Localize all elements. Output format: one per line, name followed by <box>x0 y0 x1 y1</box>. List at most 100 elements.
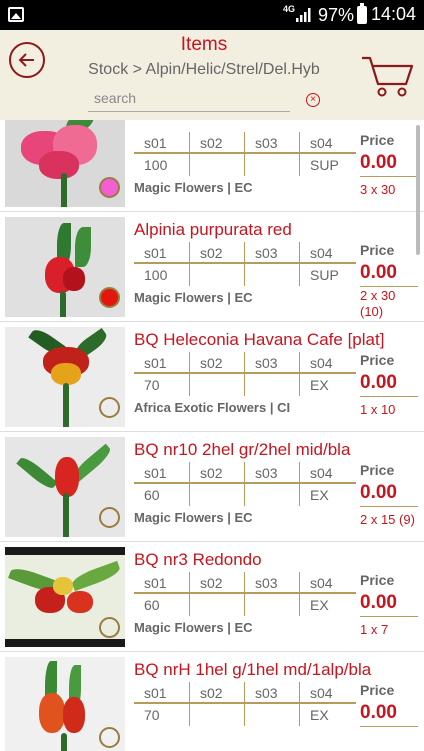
stock-value: 100 <box>144 157 168 173</box>
column-header: s02 <box>189 132 244 154</box>
price-value[interactable]: 0.00 <box>360 372 418 397</box>
stock-value <box>189 374 244 396</box>
stock-value <box>244 374 299 396</box>
price-label: Price <box>360 572 395 588</box>
status-dot[interactable] <box>99 397 120 418</box>
supplier: Magic Flowers | EC <box>134 620 253 635</box>
stock-value <box>189 594 244 616</box>
stock-value <box>189 154 244 176</box>
status-dot[interactable] <box>99 727 120 748</box>
column-header: s02 <box>189 682 244 704</box>
price-label: Price <box>360 352 395 368</box>
clear-search-button[interactable]: × <box>306 93 320 107</box>
price-label: Price <box>360 682 395 698</box>
battery-icon <box>357 3 367 24</box>
stock-value: EX <box>299 704 354 726</box>
column-header: s01 <box>144 355 167 371</box>
column-header: s04 <box>299 462 354 484</box>
stock-grid: s01 s02 s03 s04 70 EX <box>134 352 356 396</box>
column-header: s04 <box>299 682 354 704</box>
price-value[interactable]: 0.00 <box>360 592 418 617</box>
column-header: s04 <box>299 352 354 374</box>
column-header: s01 <box>144 465 167 481</box>
status-bar: 4G 97% 14:04 <box>0 0 424 30</box>
stock-grid: s01 s02 s03 s04 100 SUP <box>134 242 356 286</box>
packing: 1 x 10 <box>360 402 396 417</box>
column-header: s02 <box>189 242 244 264</box>
breadcrumb: Stock > Alpin/Helic/Strel/Del.Hyb <box>88 61 320 78</box>
column-header: s03 <box>244 462 299 484</box>
item-name: BQ Heleconia Havana Cafe [plat] <box>134 330 385 349</box>
stock-value <box>244 594 299 616</box>
stock-value <box>244 704 299 726</box>
stock-value: EX <box>299 484 354 506</box>
status-dot[interactable] <box>99 617 120 638</box>
list-item[interactable]: Alpinia purpurata red s01 s02 s03 s04 10… <box>0 212 424 322</box>
status-dot[interactable] <box>99 507 120 528</box>
supplier: Africa Exotic Flowers | CI <box>134 400 291 415</box>
list-item[interactable]: BQ nrH 1hel g/1hel md/1alp/bla s01 s02 s… <box>0 652 424 751</box>
stock-value: EX <box>299 374 354 396</box>
gallery-notification-icon <box>8 7 24 22</box>
stock-value: 60 <box>144 487 160 503</box>
column-header: s03 <box>244 352 299 374</box>
stock-value <box>244 154 299 176</box>
stock-value <box>189 484 244 506</box>
column-header: s03 <box>244 242 299 264</box>
supplier: Magic Flowers | EC <box>134 180 253 195</box>
search-input[interactable] <box>88 86 290 110</box>
packing: 1 x 7 <box>360 622 389 637</box>
stock-value: EX <box>299 594 354 616</box>
stock-value: 70 <box>144 377 160 393</box>
clock: 14:04 <box>371 4 417 24</box>
network-type: 4G <box>283 4 296 14</box>
signal-icon <box>296 8 311 22</box>
status-dot[interactable] <box>99 177 120 198</box>
stock-value <box>189 264 244 286</box>
stock-grid: s01 s02 s03 s04 60 EX <box>134 572 356 616</box>
status-dot[interactable] <box>99 287 120 308</box>
search-field <box>88 86 290 112</box>
column-header: s01 <box>144 135 167 151</box>
list-item[interactable]: s01 s02 s03 s04 100 SUP Magic Flowers | … <box>0 120 424 212</box>
item-name: BQ nrH 1hel g/1hel md/1alp/bla <box>134 660 372 679</box>
price-value[interactable]: 0.00 <box>360 152 418 177</box>
list-item[interactable]: BQ nr3 Redondo s01 s02 s03 s04 60 EX Mag… <box>0 542 424 652</box>
packing: 2 x 15 (9) <box>360 512 415 527</box>
price-value[interactable]: 0.00 <box>360 702 418 727</box>
item-name: Alpinia purpurata red <box>134 220 292 239</box>
scrollbar[interactable] <box>416 125 420 255</box>
stock-value: SUP <box>299 264 354 286</box>
column-header: s02 <box>189 572 244 594</box>
packing: 3 x 30 <box>360 182 396 197</box>
price-value[interactable]: 0.00 <box>360 482 418 507</box>
column-header: s02 <box>189 352 244 374</box>
stock-value <box>244 264 299 286</box>
app-header: Items Stock > Alpin/Helic/Strel/Del.Hyb … <box>0 30 424 120</box>
battery-percent: 97% <box>318 5 355 25</box>
stock-value: SUP <box>299 154 354 176</box>
stock-value: 70 <box>144 707 160 723</box>
column-header: s01 <box>144 245 167 261</box>
column-header: s03 <box>244 572 299 594</box>
price-label: Price <box>360 242 395 258</box>
cart-icon[interactable] <box>360 52 416 100</box>
item-name: BQ nr10 2hel gr/2hel mid/bla <box>134 440 351 459</box>
stock-value: 100 <box>144 267 168 283</box>
list-item[interactable]: BQ nr10 2hel gr/2hel mid/bla s01 s02 s03… <box>0 432 424 542</box>
item-name: BQ nr3 Redondo <box>134 550 262 569</box>
column-header: s04 <box>299 132 354 154</box>
item-list[interactable]: s01 s02 s03 s04 100 SUP Magic Flowers | … <box>0 120 424 751</box>
column-header: s04 <box>299 572 354 594</box>
column-header: s03 <box>244 132 299 154</box>
stock-value <box>189 704 244 726</box>
stock-value: 60 <box>144 597 160 613</box>
stock-value <box>244 484 299 506</box>
list-item[interactable]: BQ Heleconia Havana Cafe [plat] s01 s02 … <box>0 322 424 432</box>
price-value[interactable]: 0.00 <box>360 262 418 287</box>
column-header: s02 <box>189 462 244 484</box>
supplier: Magic Flowers | EC <box>134 290 253 305</box>
column-header: s03 <box>244 682 299 704</box>
column-header: s01 <box>144 685 167 701</box>
supplier: Magic Flowers | EC <box>134 510 253 525</box>
